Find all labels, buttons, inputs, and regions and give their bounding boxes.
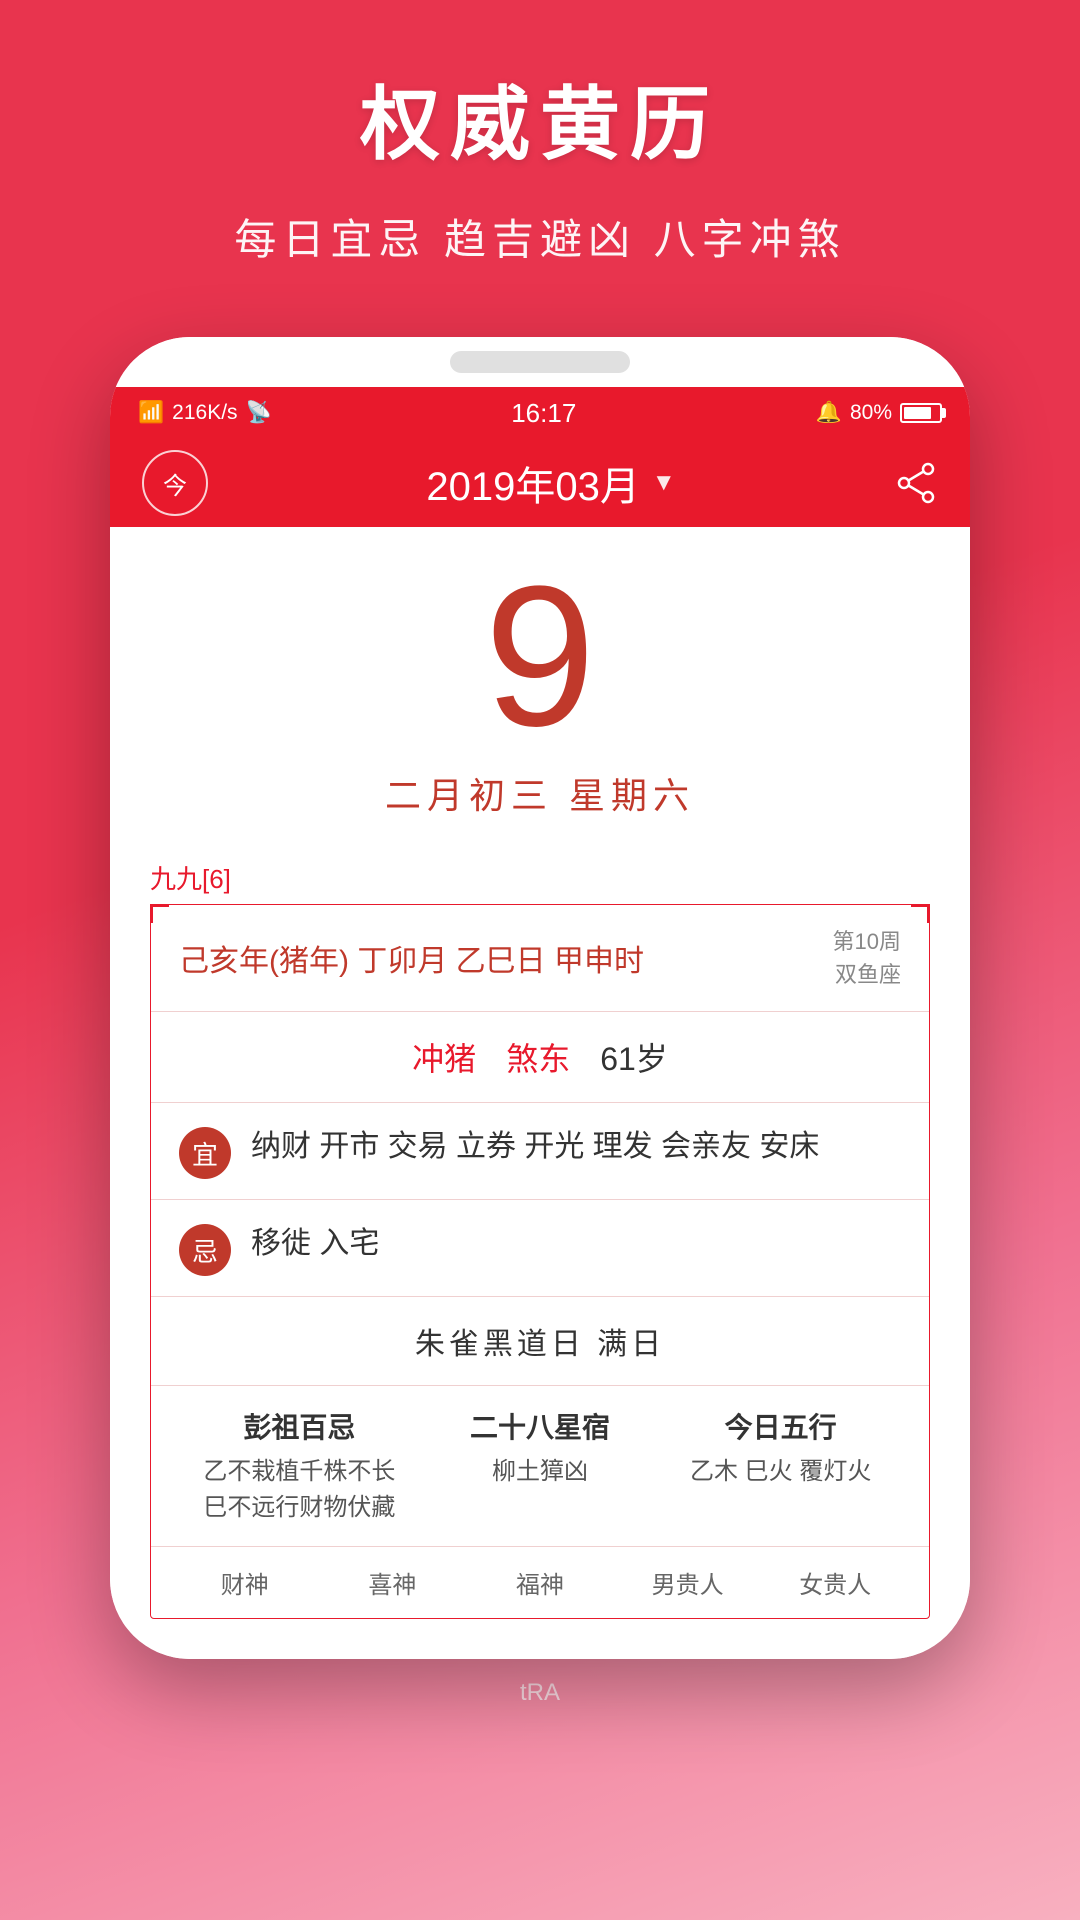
god-nanguiren: 男贵人	[614, 1565, 762, 1600]
day-number: 9	[484, 557, 595, 757]
stars-item: 二十八星宿 柳土獐凶	[420, 1406, 661, 1526]
yi-content: 纳财 开市 交易 立券 开光 理发 会亲友 安床	[251, 1123, 901, 1171]
ji-content: 移徙 入宅	[251, 1220, 901, 1268]
pengzu-title: 彭祖百忌	[243, 1406, 355, 1446]
ji-row: 忌 移徙 入宅	[151, 1200, 929, 1297]
alarm-icon: 🔔	[816, 401, 842, 425]
stars-title: 二十八星宿	[470, 1406, 610, 1446]
stars-content: 柳土獐凶	[492, 1454, 588, 1490]
detail-card: 己亥年(猪年) 丁卯月 乙巳日 甲申时 第10周 双鱼座 冲猪 煞东 61岁 宜…	[150, 904, 930, 1619]
status-time: 16:17	[511, 398, 576, 429]
wifi-icon: 📡	[246, 401, 272, 425]
god-label-4: 男贵人	[652, 1565, 724, 1600]
signal-icon: 📶	[138, 401, 164, 425]
ganzhi-row: 己亥年(猪年) 丁卯月 乙巳日 甲申时 第10周 双鱼座	[151, 905, 929, 1012]
wuxing-title: 今日五行	[725, 1406, 837, 1446]
ganzhi-main: 己亥年(猪年) 丁卯月 乙巳日 甲申时	[179, 936, 644, 980]
today-button[interactable]: 今	[142, 450, 208, 516]
info-grid-row: 彭祖百忌 乙不栽植千株不长 巳不远行财物伏藏 二十八星宿 柳土獐凶 今日五行 乙…	[151, 1386, 929, 1547]
app-title: 权威黄历	[360, 60, 720, 176]
battery-bar	[900, 403, 942, 423]
god-caishen: 财神	[171, 1565, 319, 1600]
lunar-date: 二月初三 星期六	[385, 767, 695, 819]
wuxing-item: 今日五行 乙木 巳火 覆灯火	[660, 1406, 901, 1526]
sha-label: 煞东	[506, 1034, 570, 1080]
ganzhi-zodiac: 双鱼座	[833, 958, 901, 991]
ganzhi-week: 第10周	[833, 925, 901, 958]
bottom-watermark: tRA	[0, 1659, 1080, 1727]
pengzu-line2: 巳不远行财物伏藏	[203, 1490, 395, 1526]
chong-label: 冲猪	[412, 1034, 476, 1080]
month-selector[interactable]: 2019年03月 ▼	[426, 454, 675, 512]
age-value: 61岁	[600, 1034, 668, 1080]
phone-speaker	[450, 351, 630, 373]
gods-row: 财神 喜神 福神 男贵人 女贵人	[151, 1547, 929, 1618]
status-right: 🔔 80%	[816, 401, 942, 425]
dropdown-arrow: ▼	[652, 469, 676, 497]
special-day-row: 朱雀黑道日 满日	[151, 1297, 929, 1386]
god-label-2: 喜神	[368, 1565, 416, 1600]
battery-icon	[900, 403, 942, 423]
phone-notch	[110, 337, 970, 387]
yi-badge: 宜	[179, 1127, 231, 1179]
app-subtitle: 每日宜忌 趋吉避凶 八字冲煞	[234, 206, 845, 267]
today-label: 今	[163, 466, 187, 501]
god-label-1: 财神	[221, 1565, 269, 1600]
chong-sha-row: 冲猪 煞东 61岁	[151, 1012, 929, 1103]
ganzhi-side: 第10周 双鱼座	[833, 925, 901, 991]
status-left: 📶 216K/s 📡	[138, 401, 272, 425]
god-nvguiren: 女贵人	[761, 1565, 909, 1600]
wuxing-content: 乙木 巳火 覆灯火	[690, 1454, 871, 1490]
ji-badge: 忌	[179, 1224, 231, 1276]
god-xishen: 喜神	[319, 1565, 467, 1600]
yi-row: 宜 纳财 开市 交易 立券 开光 理发 会亲友 安床	[151, 1103, 929, 1200]
share-icon	[894, 461, 938, 505]
app-header: 今 2019年03月 ▼	[110, 439, 970, 527]
month-title-text: 2019年03月	[426, 454, 639, 512]
status-bar: 📶 216K/s 📡 16:17 🔔 80%	[110, 387, 970, 439]
nine-nine-label: 九九[6]	[150, 859, 930, 896]
speed-text: 216K/s	[172, 401, 237, 425]
date-display: 9 二月初三 星期六	[150, 527, 930, 839]
main-content: 9 二月初三 星期六 九九[6] 己亥年(猪年) 丁卯月 乙巳日 甲申时 第10…	[110, 527, 970, 1659]
god-fushen: 福神	[466, 1565, 614, 1600]
pengzu-line1: 乙不栽植千株不长	[203, 1454, 395, 1490]
share-button[interactable]	[894, 461, 938, 505]
battery-text: 80%	[850, 401, 892, 425]
phone-frame: 📶 216K/s 📡 16:17 🔔 80% 今 2019年03月 ▼	[110, 337, 970, 1659]
god-label-3: 福神	[516, 1565, 564, 1600]
pengzu-item: 彭祖百忌 乙不栽植千株不长 巳不远行财物伏藏	[179, 1406, 420, 1526]
pengzu-content: 乙不栽植千株不长 巳不远行财物伏藏	[203, 1454, 395, 1526]
battery-fill	[904, 407, 931, 419]
god-label-5: 女贵人	[799, 1565, 871, 1600]
watermark-text: tRA	[520, 1679, 560, 1707]
